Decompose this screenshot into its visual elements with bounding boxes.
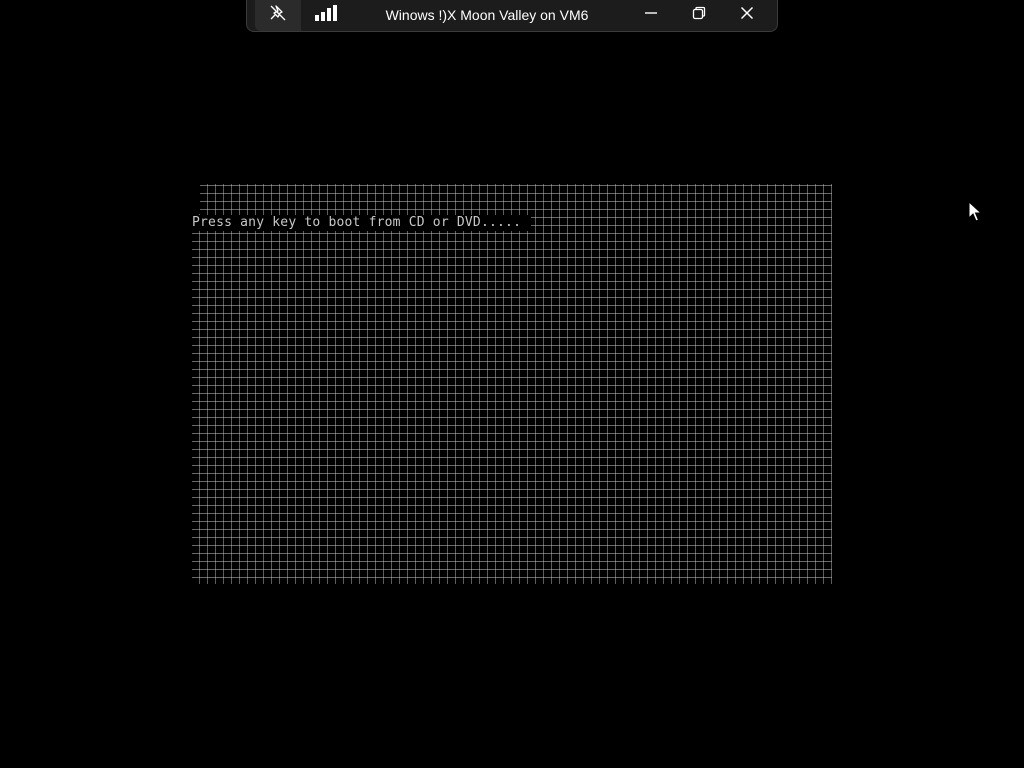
connection-title: Winows !)X Moon Valley on VM6 bbox=[385, 7, 589, 23]
pin-off-icon bbox=[269, 4, 287, 27]
signal-strength-icon bbox=[314, 4, 338, 27]
remote-connection-bar: Winows !)X Moon Valley on VM6 bbox=[246, 0, 778, 32]
minimize-button[interactable] bbox=[627, 0, 675, 31]
close-button[interactable] bbox=[723, 0, 771, 31]
minimize-icon bbox=[644, 6, 658, 25]
vm-console-screen[interactable] bbox=[192, 184, 832, 584]
connection-quality-button[interactable] bbox=[303, 0, 349, 31]
restore-button[interactable] bbox=[675, 0, 723, 31]
console-margin bbox=[192, 184, 200, 214]
boot-message: Press any key to boot from CD or DVD....… bbox=[192, 215, 532, 231]
restore-icon bbox=[692, 6, 706, 25]
close-icon bbox=[740, 6, 754, 25]
pin-button[interactable] bbox=[255, 0, 301, 31]
arrow-cursor-icon bbox=[968, 200, 983, 223]
